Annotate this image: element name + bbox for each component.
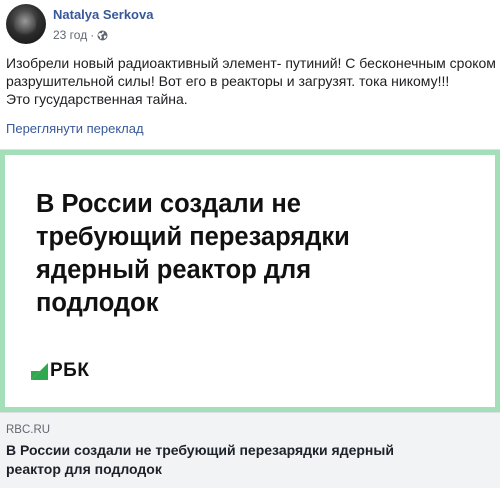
meta-separator: · bbox=[90, 28, 95, 42]
globe-icon[interactable] bbox=[97, 30, 108, 41]
link-title-line: реактор для подлодок bbox=[6, 461, 162, 477]
link-preview-image[interactable]: В России создали не требующий перезарядк… bbox=[0, 150, 500, 412]
see-translation-link[interactable]: Переглянути переклад bbox=[6, 121, 144, 136]
headline-line: В России создали не bbox=[36, 190, 301, 218]
post-timestamp[interactable]: 23 год bbox=[53, 28, 87, 42]
post-text: Изобрели новый радиоактивный элемент- пу… bbox=[6, 54, 496, 108]
headline-line: подлодок bbox=[36, 289, 159, 317]
headline-line: требующий перезарядки bbox=[36, 223, 350, 251]
headline-line: ядерный реактор для bbox=[36, 256, 312, 284]
link-preview-card[interactable]: В России создали не требующий перезарядк… bbox=[0, 149, 500, 488]
post-text-line: Это гусударственная тайна. bbox=[6, 91, 188, 107]
rbc-logo-text: РБК bbox=[50, 360, 90, 381]
author-name[interactable]: Natalya Serkova bbox=[53, 7, 153, 22]
link-preview-footer[interactable]: RBC.RU В России создали не требующий пер… bbox=[0, 412, 500, 488]
rbc-logo-icon bbox=[31, 362, 48, 380]
facebook-post: Natalya Serkova 23 год · Изобрели новый … bbox=[0, 0, 500, 488]
rbc-logo: РБК bbox=[31, 360, 89, 382]
link-domain: RBC.RU bbox=[6, 424, 51, 436]
link-title-line: В России создали не требующий перезарядк… bbox=[6, 442, 394, 458]
post-text-line: Изобрели новый радиоактивный элемент- пу… bbox=[6, 55, 496, 71]
preview-image-headline: В России создали не требующий перезарядк… bbox=[36, 188, 476, 320]
avatar[interactable] bbox=[6, 4, 46, 44]
post-text-line: разрушительной силы! Вот его в реакторы … bbox=[6, 73, 450, 89]
link-title[interactable]: В России создали не требующий перезарядк… bbox=[6, 441, 496, 479]
post-meta: 23 год · bbox=[53, 28, 108, 42]
